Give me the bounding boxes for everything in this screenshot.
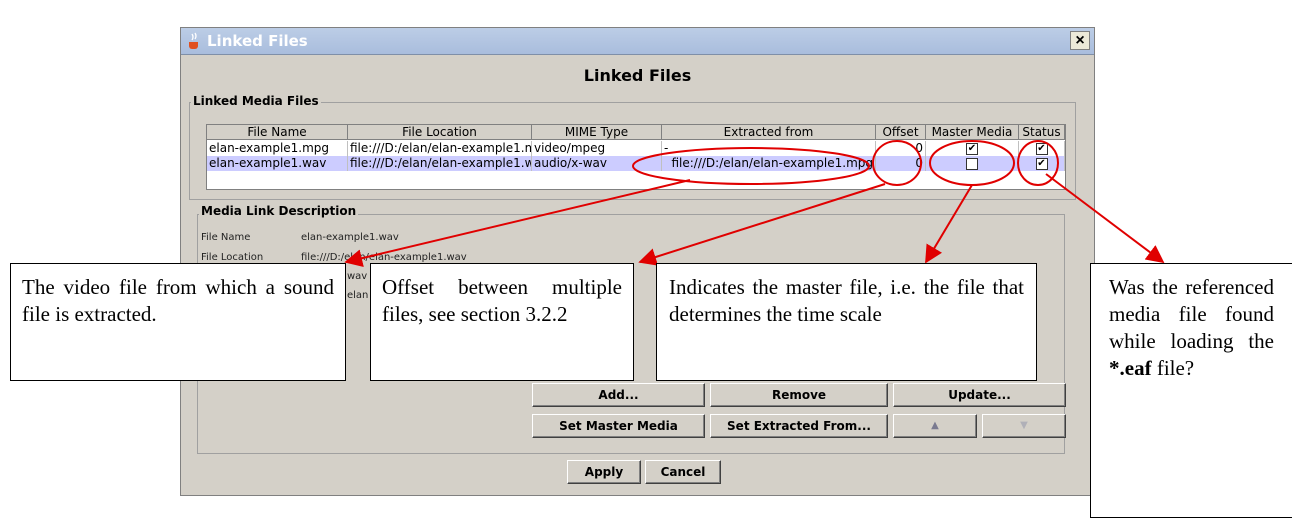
callout-offset-text: Offset between multiple files, see secti… bbox=[382, 275, 622, 326]
callout-extracted-text: The video file from which a sound file i… bbox=[22, 275, 334, 326]
callout-extracted-from: The video file from which a sound file i… bbox=[10, 263, 346, 381]
highlight-offset bbox=[872, 140, 922, 186]
callout-status: Was the referenced media file found whil… bbox=[1090, 263, 1292, 518]
arrow-master bbox=[925, 184, 973, 264]
callout-status-ext: *.eaf bbox=[1109, 356, 1152, 380]
arrow-status bbox=[1045, 173, 1165, 264]
callout-status-text: Was the referenced media file found whil… bbox=[1109, 274, 1274, 382]
highlight-master-media bbox=[929, 140, 1015, 186]
arrow-extracted bbox=[344, 179, 691, 267]
arrow-offset bbox=[638, 183, 886, 266]
callout-master-text: Indicates the master file, i.e. the file… bbox=[669, 275, 1024, 326]
callout-status-part2: file? bbox=[1156, 356, 1195, 380]
callout-offset: Offset between multiple files, see secti… bbox=[370, 263, 634, 381]
highlight-extracted-from bbox=[632, 147, 870, 185]
callout-master-media: Indicates the master file, i.e. the file… bbox=[656, 263, 1037, 381]
callout-status-part1: Was the referenced media file found whil… bbox=[1109, 275, 1274, 353]
